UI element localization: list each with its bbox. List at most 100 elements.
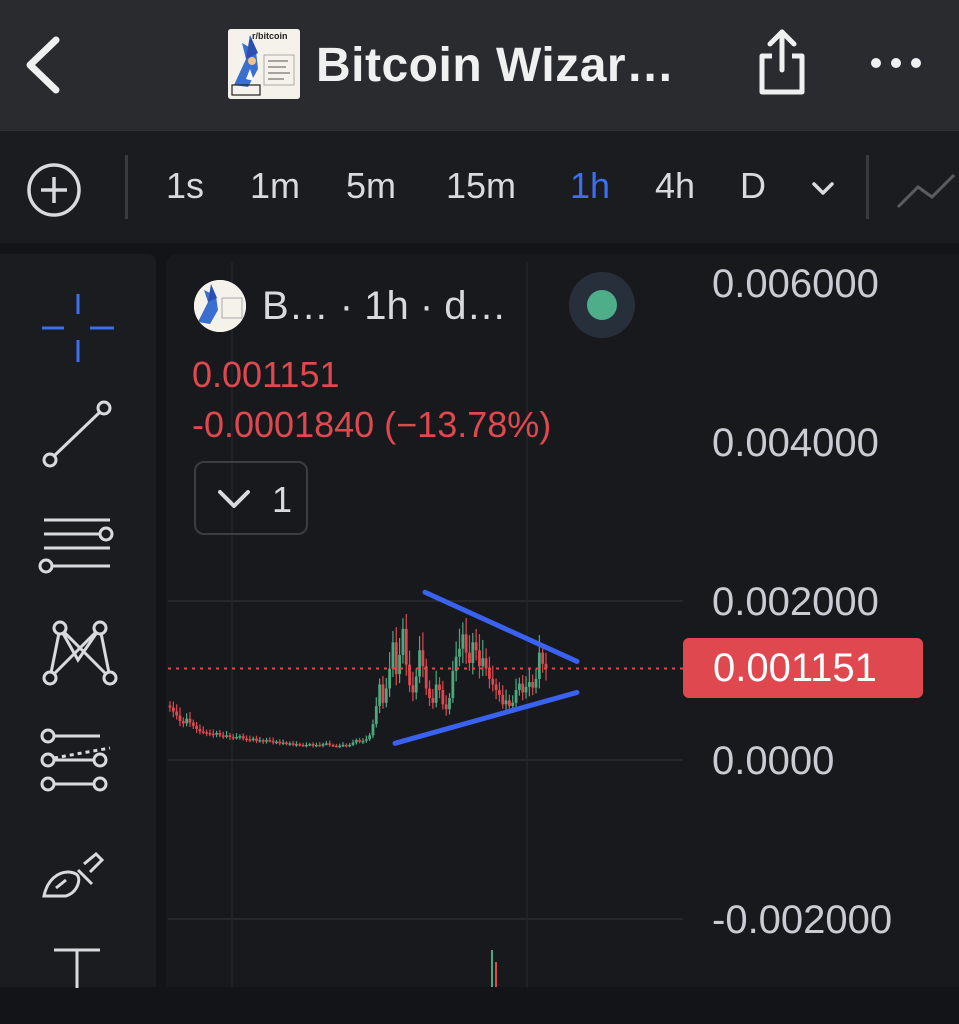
candle-body (265, 740, 268, 742)
candle-body (371, 724, 375, 736)
candle-body (235, 736, 238, 739)
candle-body (428, 688, 431, 698)
candle-body (384, 688, 388, 703)
last-price-tag-label: 0.001151 (713, 646, 877, 690)
candle-body (361, 740, 365, 743)
candle-body (438, 684, 441, 691)
candle-body (351, 742, 355, 745)
candle-body (374, 705, 378, 725)
candle-body (175, 711, 179, 716)
candle-body (378, 684, 382, 706)
candle-body (478, 650, 481, 667)
candle-body (295, 744, 298, 746)
candle-body (448, 697, 451, 710)
candle-body (481, 658, 485, 667)
candle-body (328, 743, 332, 745)
candle-body (344, 744, 348, 747)
candle-body (401, 628, 405, 656)
candle-body (278, 741, 282, 744)
candle-body (248, 739, 252, 741)
last-price-tag: 0.001151 (683, 638, 923, 698)
candle-body (461, 634, 465, 649)
wizard-logo-icon (194, 280, 246, 332)
price-chart[interactable] (0, 0, 959, 987)
candle-body (268, 740, 272, 742)
candle-body (524, 686, 528, 693)
candle-body (178, 715, 182, 722)
candle-body (318, 744, 322, 747)
candle-body (334, 745, 338, 748)
candle-body (471, 642, 475, 664)
candle-body (291, 743, 295, 745)
candle-body (537, 652, 541, 679)
status-dot (587, 290, 617, 320)
candle-body (531, 682, 535, 688)
symbol-logo (194, 280, 246, 332)
candle-body (521, 683, 525, 693)
candle-body (501, 694, 505, 705)
candle-body (321, 744, 325, 746)
candle-body (498, 690, 501, 695)
y-axis-tick: 0.004000 (712, 421, 879, 465)
candle-body (261, 740, 265, 742)
candle-body (421, 650, 425, 667)
candle-body (195, 725, 199, 729)
candle-body (491, 678, 495, 685)
candle-body (308, 744, 312, 746)
candle-body (514, 690, 518, 703)
candle-body (404, 628, 408, 665)
chevron-down-icon (218, 490, 250, 508)
candle-body (527, 682, 531, 687)
candle-body (394, 642, 398, 675)
candle-body (221, 735, 225, 737)
candle-body (504, 700, 508, 705)
candle-body (285, 742, 288, 745)
candle-body (541, 652, 545, 664)
market-status-indicator[interactable] (569, 272, 635, 338)
candle-body (215, 732, 218, 735)
candle-body (341, 744, 345, 747)
upper-trendline (422, 589, 580, 664)
candle-body (258, 740, 262, 742)
symbol-legend[interactable]: B… · 1h · d… (262, 284, 507, 329)
candle-body (434, 684, 438, 703)
candle-body (298, 744, 302, 746)
candle-body (255, 738, 258, 741)
candle-body (424, 666, 428, 689)
candle-body (218, 732, 222, 736)
candle-body (441, 690, 445, 705)
candle-body (338, 745, 342, 748)
candle-body (324, 743, 328, 745)
indicators-count: 1 (272, 479, 293, 520)
candle-body (418, 650, 421, 677)
indicators-toggle-button[interactable]: 1 (194, 461, 308, 535)
candle-body (354, 740, 358, 743)
candle-body (198, 728, 202, 732)
candle-body (205, 732, 209, 734)
candle-body (368, 735, 372, 740)
candle-body (494, 684, 498, 691)
candle-body (484, 658, 488, 669)
candle-body (305, 744, 308, 747)
candle-body (225, 735, 228, 737)
candle-body (431, 697, 435, 703)
y-axis-tick: 0.002000 (712, 580, 879, 624)
candle-body (271, 740, 275, 743)
candle-body (358, 740, 362, 742)
candle-body (251, 738, 255, 741)
candle-body (468, 652, 471, 664)
candle-body (231, 736, 235, 739)
candle-body (238, 736, 242, 738)
y-axis-tick: 0.0000 (712, 739, 835, 783)
candle-body (275, 741, 278, 744)
candle-body (191, 722, 195, 726)
candle-body (228, 735, 232, 737)
candle-body (414, 676, 418, 693)
candle-body (311, 744, 315, 746)
candle-body (464, 634, 468, 653)
candle-body (488, 668, 491, 679)
y-axis-tick: -0.002000 (712, 898, 893, 942)
candle-body (411, 685, 415, 693)
candle-body (315, 744, 318, 747)
candle-body (185, 718, 189, 724)
